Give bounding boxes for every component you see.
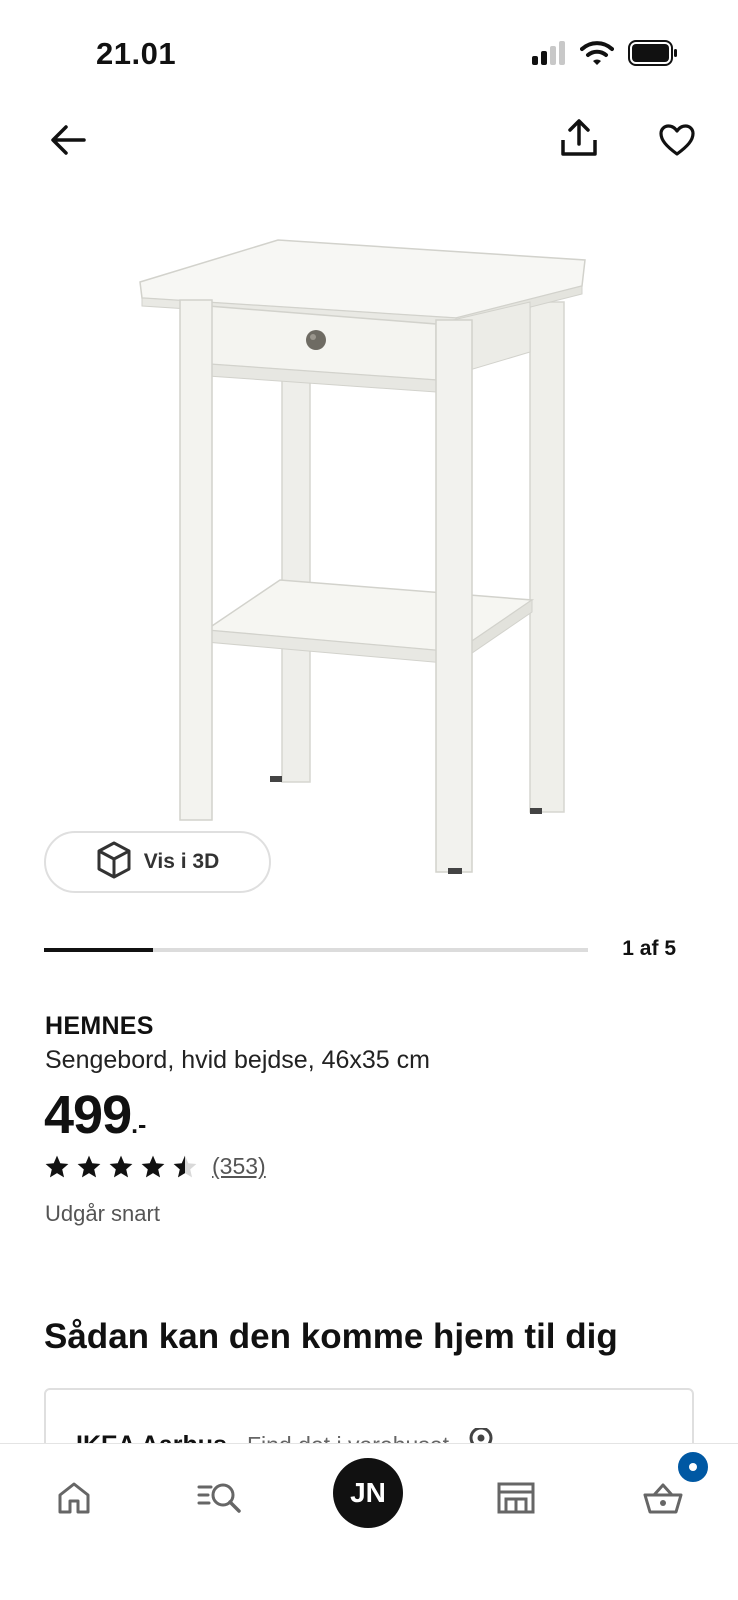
battery-icon	[628, 40, 678, 71]
nav-search[interactable]	[190, 1470, 250, 1530]
wifi-icon	[580, 40, 614, 71]
star-icon	[109, 1155, 133, 1177]
cart-badge	[676, 1450, 710, 1484]
product-price: 499.-	[44, 1084, 146, 1146]
share-button[interactable]	[555, 116, 603, 164]
view-in-3d-button[interactable]: Vis i 3D	[44, 831, 271, 893]
status-bar: 21.01	[0, 0, 738, 110]
product-image[interactable]	[130, 232, 600, 897]
star-icon	[45, 1155, 69, 1177]
top-nav	[0, 110, 738, 174]
favourite-button[interactable]	[653, 118, 701, 166]
star-icon	[173, 1155, 197, 1177]
rating-stars	[44, 1154, 198, 1180]
product-rating[interactable]: (353)	[44, 1153, 266, 1180]
star-icon	[141, 1155, 165, 1177]
search-icon	[197, 1481, 243, 1520]
star-icon	[77, 1155, 101, 1177]
view-in-3d-label: Vis i 3D	[143, 850, 220, 873]
status-time: 21.01	[96, 36, 177, 71]
nav-home[interactable]	[44, 1470, 104, 1530]
share-icon	[559, 118, 599, 163]
cellular-signal-icon	[532, 41, 566, 70]
cart-icon	[643, 1481, 683, 1520]
review-count-link[interactable]: (353)	[212, 1153, 266, 1180]
home-icon	[56, 1481, 92, 1520]
heart-icon	[658, 123, 696, 162]
availability-status: Udgår snart	[45, 1201, 160, 1226]
gallery-pager: 1 af 5	[622, 937, 676, 960]
arrow-left-icon	[50, 124, 86, 161]
gallery-progress-fill	[44, 948, 153, 952]
product-brand: HEMNES	[45, 1012, 154, 1040]
back-button[interactable]	[44, 118, 92, 166]
gallery-progress-bar	[44, 948, 588, 952]
bottom-nav: JN	[0, 1443, 738, 1600]
nav-profile-avatar[interactable]: JN	[333, 1458, 403, 1528]
product-description: Sengebord, hvid bejdse, 46x35 cm	[45, 1046, 430, 1074]
price-suffix: .-	[131, 1111, 147, 1139]
delivery-heading: Sådan kan den komme hjem til dig	[44, 1317, 618, 1356]
store-icon	[496, 1481, 536, 1520]
status-icons	[532, 40, 678, 71]
nav-store[interactable]	[486, 1470, 546, 1530]
cube-icon	[96, 841, 132, 884]
price-amount: 499	[44, 1085, 132, 1145]
